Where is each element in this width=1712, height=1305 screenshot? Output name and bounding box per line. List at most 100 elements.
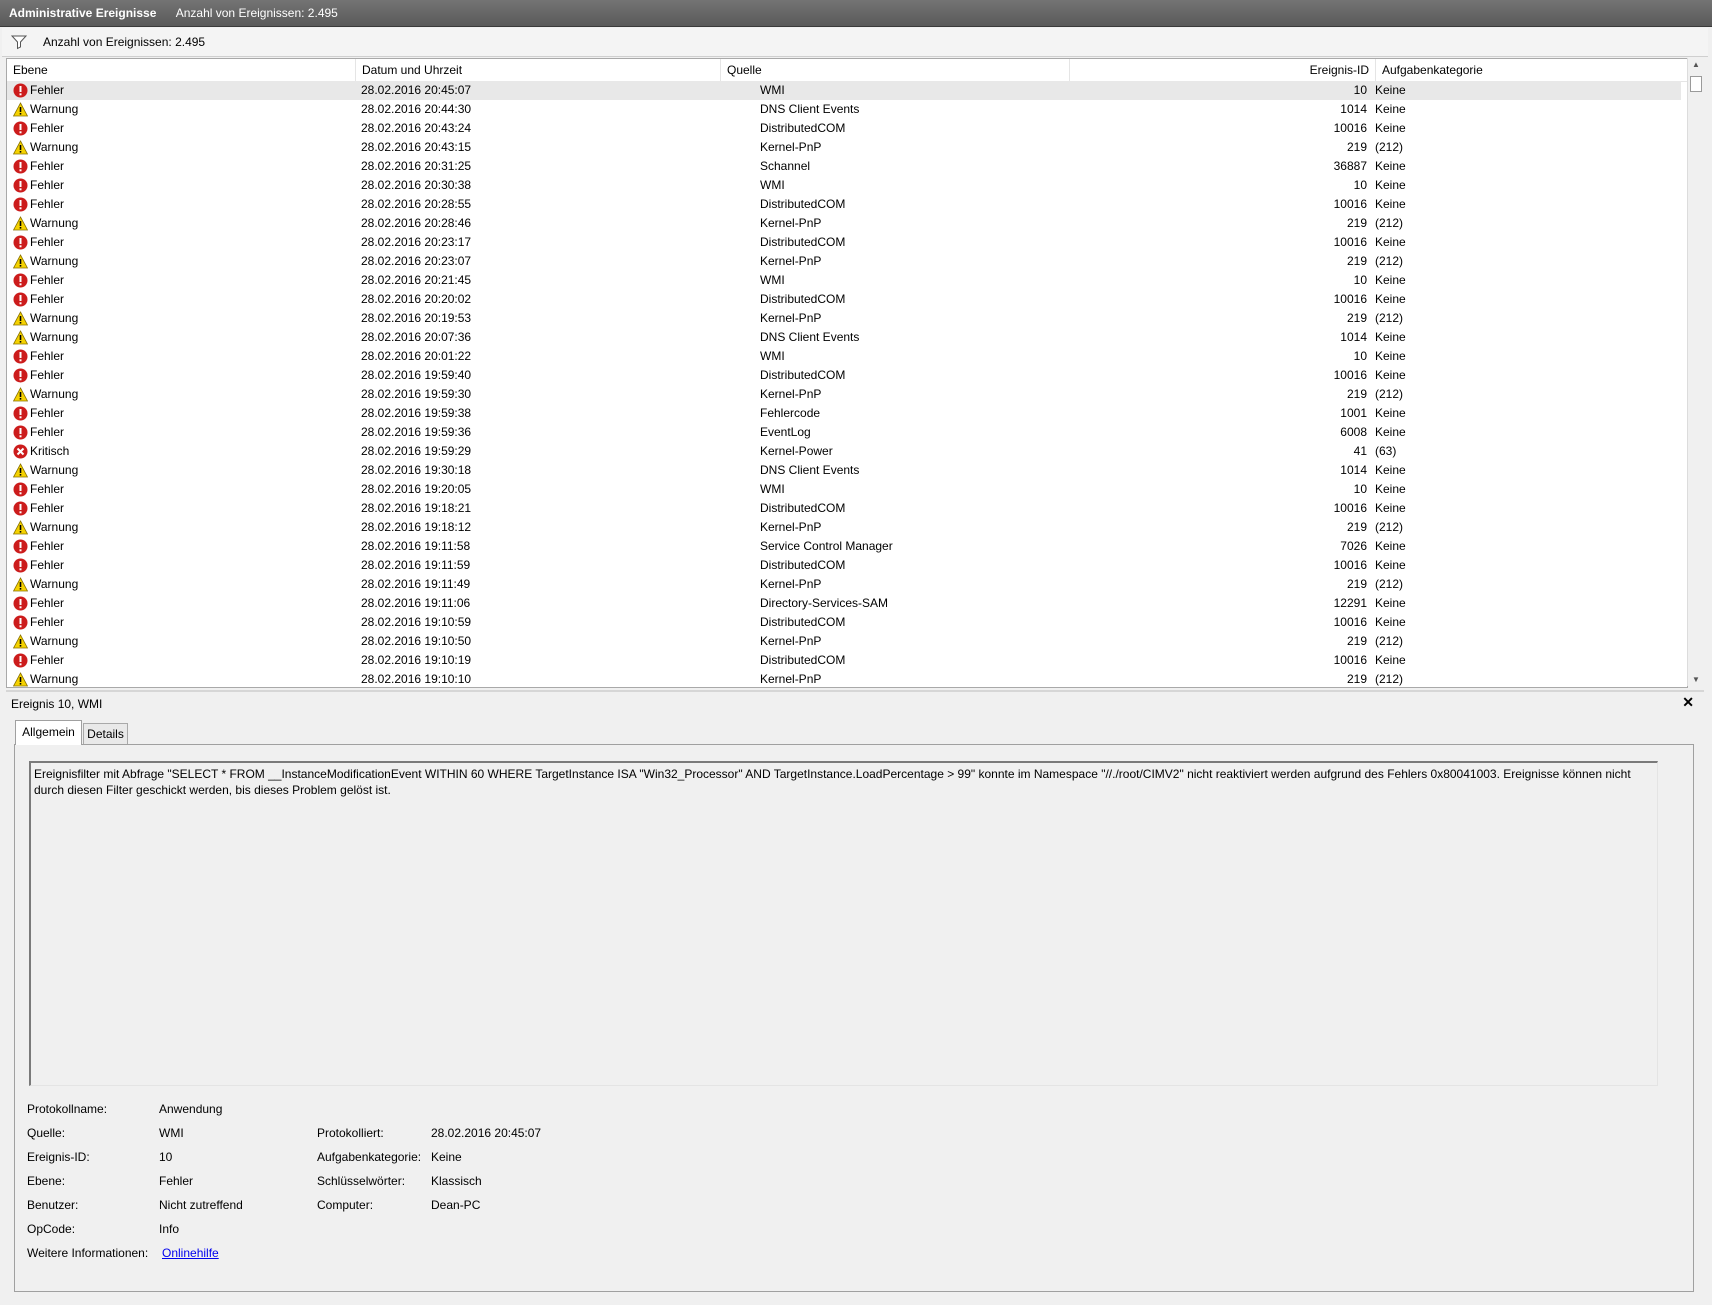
table-row[interactable]: Fehler 28.02.2016 19:11:58 Service Control… <box>7 537 1681 556</box>
table-row[interactable]: Fehler 28.02.2016 20:21:45 WMI 10 Keine <box>7 271 1681 290</box>
event-id-cell: 41 <box>1353 444 1367 458</box>
date-cell: 28.02.2016 20:45:07 <box>361 83 472 97</box>
level-label: Warnung <box>30 140 79 154</box>
table-row[interactable]: Fehler 28.02.2016 20:23:17 DistributedCOM 1… <box>7 233 1681 252</box>
column-header-level[interactable]: Ebene <box>7 59 356 81</box>
level-cell: Warnung <box>13 518 353 537</box>
task-category-cell: (212) <box>1375 577 1404 591</box>
table-row[interactable]: Fehler 28.02.2016 20:45:07 WMI 10 Keine <box>7 81 1681 100</box>
event-id-cell: 10016 <box>1333 235 1367 249</box>
event-id-cell: 10016 <box>1333 501 1367 515</box>
table-row[interactable]: Fehler 28.02.2016 19:20:05 WMI 10 Keine <box>7 480 1681 499</box>
level-cell: Fehler <box>13 195 353 214</box>
source-cell: DistributedCOM <box>760 653 846 667</box>
table-row[interactable]: Kritisch 28.02.2016 19:59:29 Kernel-Power 4… <box>7 442 1681 461</box>
table-row[interactable]: Warnung 28.02.2016 19:11:49 Kernel-PnP 219 (… <box>7 575 1681 594</box>
column-header-source[interactable]: Quelle <box>721 59 1070 81</box>
level-cell: Fehler <box>13 290 353 309</box>
table-row[interactable]: Fehler 28.02.2016 20:31:25 Schannel 36887 Ke… <box>7 157 1681 176</box>
prop-user-label: Benutzer: <box>27 1198 79 1212</box>
date-cell: 28.02.2016 20:43:15 <box>361 140 472 154</box>
table-row[interactable]: Warnung 28.02.2016 19:10:50 Kernel-PnP 219 (… <box>7 632 1681 651</box>
tab-general[interactable]: Allgemein <box>15 720 82 745</box>
warning-icon <box>13 140 28 155</box>
level-cell: Fehler <box>13 119 353 138</box>
table-row[interactable]: Fehler 28.02.2016 19:59:40 DistributedCOM 1… <box>7 366 1681 385</box>
table-row[interactable]: Warnung 28.02.2016 20:43:15 Kernel-PnP 219 (… <box>7 138 1681 157</box>
error-icon <box>13 558 28 573</box>
level-cell: Fehler <box>13 480 353 499</box>
task-category-cell: Keine <box>1375 368 1406 382</box>
table-row[interactable]: Fehler 28.02.2016 20:01:22 WMI 10 Keine <box>7 347 1681 366</box>
table-row[interactable]: Fehler 28.02.2016 19:10:59 DistributedCOM 1… <box>7 613 1681 632</box>
tab-details[interactable]: Details <box>83 723 128 745</box>
table-row[interactable]: Fehler 28.02.2016 20:43:24 DistributedCOM 1… <box>7 119 1681 138</box>
source-cell: Schannel <box>760 159 811 173</box>
table-row[interactable]: Fehler 28.02.2016 20:28:55 DistributedCOM 1… <box>7 195 1681 214</box>
table-row[interactable]: Fehler 28.02.2016 19:11:59 DistributedCOM 1… <box>7 556 1681 575</box>
table-row[interactable]: Fehler 28.02.2016 20:20:02 DistributedCOM 1… <box>7 290 1681 309</box>
scroll-up-arrow-icon[interactable]: ▲ <box>1692 60 1700 69</box>
table-row[interactable]: Warnung 28.02.2016 20:07:36 DNS Client Eve… <box>7 328 1681 347</box>
event-id-cell: 36887 <box>1333 159 1367 173</box>
table-row[interactable]: Warnung 28.02.2016 20:28:46 Kernel-PnP 219 (… <box>7 214 1681 233</box>
prop-taskcat-label: Aufgabenkategorie: <box>317 1150 422 1164</box>
level-label: Warnung <box>30 254 79 268</box>
table-row[interactable]: Warnung 28.02.2016 19:30:18 DNS Client Eve… <box>7 461 1681 480</box>
event-description[interactable]: Ereignisfilter mit Abfrage "SELECT * FRO… <box>29 761 1658 1086</box>
event-list-scrollbar[interactable]: ▲ ▼ <box>1687 58 1705 686</box>
level-label: Fehler <box>30 273 65 287</box>
scrollbar-thumb[interactable] <box>1690 76 1702 92</box>
event-id-cell: 1014 <box>1340 330 1367 344</box>
error-icon <box>13 235 28 250</box>
level-cell: Fehler <box>13 537 353 556</box>
level-label: Warnung <box>30 520 79 534</box>
table-row[interactable]: Warnung 28.02.2016 19:18:12 Kernel-PnP 219 (… <box>7 518 1681 537</box>
table-row[interactable]: Fehler 28.02.2016 19:59:38 Fehlercode 1001 K… <box>7 404 1681 423</box>
level-label: Fehler <box>30 406 65 420</box>
level-label: Warnung <box>30 330 79 344</box>
table-row[interactable]: Fehler 28.02.2016 20:30:38 WMI 10 Keine <box>7 176 1681 195</box>
title-bar: Administrative Ereignisse Anzahl von Ere… <box>0 0 1712 27</box>
filter-bar: Anzahl von Ereignissen: 2.495 <box>2 28 1708 57</box>
date-cell: 28.02.2016 19:59:40 <box>361 368 472 382</box>
error-icon <box>13 615 28 630</box>
column-header-date[interactable]: Datum und Uhrzeit <box>356 59 721 81</box>
table-row[interactable]: Warnung 28.02.2016 19:59:30 Kernel-PnP 219 (… <box>7 385 1681 404</box>
table-row[interactable]: Warnung 28.02.2016 20:44:30 DNS Client Eve… <box>7 100 1681 119</box>
table-row[interactable]: Fehler 28.02.2016 19:10:19 DistributedCOM 1… <box>7 651 1681 670</box>
date-cell: 28.02.2016 20:19:53 <box>361 311 472 325</box>
task-category-cell: Keine <box>1375 102 1406 116</box>
table-row[interactable]: Fehler 28.02.2016 19:18:21 DistributedCOM 1… <box>7 499 1681 518</box>
close-icon[interactable]: ✕ <box>1682 694 1694 711</box>
warning-icon <box>13 102 28 117</box>
date-cell: 28.02.2016 19:11:58 <box>361 539 471 553</box>
column-header-event-id[interactable]: Ereignis-ID <box>1070 59 1376 81</box>
source-cell: DistributedCOM <box>760 197 846 211</box>
level-cell: Warnung <box>13 252 353 271</box>
level-cell: Fehler <box>13 176 353 195</box>
table-row[interactable]: Warnung 28.02.2016 20:23:07 Kernel-PnP 219 (… <box>7 252 1681 271</box>
date-cell: 28.02.2016 19:11:49 <box>361 577 471 591</box>
filter-icon[interactable] <box>11 34 27 50</box>
online-help-link[interactable]: Onlinehilfe <box>162 1246 219 1260</box>
level-cell: Fehler <box>13 271 353 290</box>
prop-logged-value: 28.02.2016 20:45:07 <box>431 1126 542 1140</box>
table-row[interactable]: Fehler 28.02.2016 19:11:06 Directory-Servi… <box>7 594 1681 613</box>
column-header-task-category[interactable]: Aufgabenkategorie <box>1376 59 1687 81</box>
filter-count-text: Anzahl von Ereignissen: 2.495 <box>43 35 206 49</box>
source-cell: Kernel-PnP <box>760 140 822 154</box>
error-icon <box>13 482 28 497</box>
task-category-cell: Keine <box>1375 501 1406 515</box>
table-row[interactable]: Fehler 28.02.2016 19:59:36 EventLog 6008 Kei… <box>7 423 1681 442</box>
table-row[interactable]: Warnung 28.02.2016 20:19:53 Kernel-PnP 219 (… <box>7 309 1681 328</box>
event-id-cell: 1014 <box>1340 463 1367 477</box>
warning-icon <box>13 463 28 478</box>
error-icon <box>13 425 28 440</box>
level-label: Fehler <box>30 482 65 496</box>
prop-taskcat-value: Keine <box>431 1150 462 1164</box>
task-category-cell: Keine <box>1375 558 1406 572</box>
scroll-down-arrow-icon[interactable]: ▼ <box>1692 675 1700 684</box>
table-row[interactable]: Warnung 28.02.2016 19:10:10 Kernel-PnP 219 (… <box>7 670 1681 687</box>
event-list[interactable]: Ebene Datum und Uhrzeit Quelle Ereignis-… <box>6 58 1688 688</box>
